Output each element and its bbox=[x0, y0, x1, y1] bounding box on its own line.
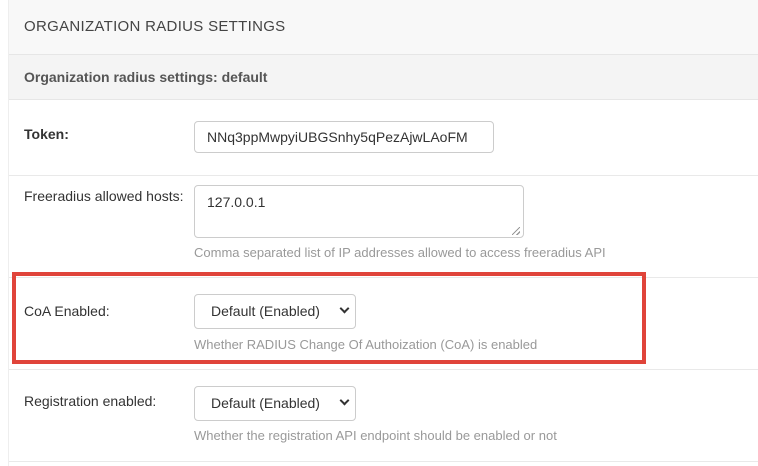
token-input[interactable] bbox=[194, 121, 494, 153]
freeradius-hosts-help: Comma separated list of IP addresses all… bbox=[194, 245, 606, 260]
form-row-coa-enabled: CoA Enabled: Default (Enabled) Whether R… bbox=[9, 278, 758, 370]
form-row-registration-enabled: Registration enabled: Default (Enabled) … bbox=[9, 370, 758, 462]
token-label: Token: bbox=[24, 126, 69, 142]
chevron-down-icon bbox=[339, 303, 350, 314]
registration-enabled-label: Registration enabled: bbox=[24, 393, 157, 409]
registration-enabled-select[interactable]: Default (Enabled) bbox=[194, 386, 356, 421]
coa-enabled-help: Whether RADIUS Change Of Authoization (C… bbox=[194, 337, 538, 352]
coa-enabled-label: CoA Enabled: bbox=[24, 303, 110, 319]
subheader-title: Organization radius settings: default bbox=[24, 69, 268, 85]
module-title: ORGANIZATION RADIUS SETTINGS bbox=[24, 18, 286, 35]
form-row-freeradius-hosts: Freeradius allowed hosts: 127.0.0.1 Comm… bbox=[9, 176, 758, 278]
freeradius-hosts-textarea[interactable]: 127.0.0.1 bbox=[194, 185, 524, 238]
coa-enabled-select[interactable]: Default (Enabled) bbox=[194, 294, 356, 329]
registration-enabled-help: Whether the registration API endpoint sh… bbox=[194, 428, 557, 443]
resize-grip-icon[interactable] bbox=[512, 227, 520, 235]
coa-enabled-select-value: Default (Enabled) bbox=[211, 303, 320, 319]
registration-enabled-select-value: Default (Enabled) bbox=[211, 395, 320, 411]
module-header: ORGANIZATION RADIUS SETTINGS bbox=[9, 0, 758, 55]
inline-subheader: Organization radius settings: default bbox=[9, 55, 758, 100]
chevron-down-icon bbox=[339, 395, 350, 406]
org-radius-settings-module: ORGANIZATION RADIUS SETTINGS Organizatio… bbox=[8, 0, 758, 466]
form-row-token: Token: bbox=[9, 100, 758, 176]
freeradius-hosts-label: Freeradius allowed hosts: bbox=[24, 188, 184, 204]
